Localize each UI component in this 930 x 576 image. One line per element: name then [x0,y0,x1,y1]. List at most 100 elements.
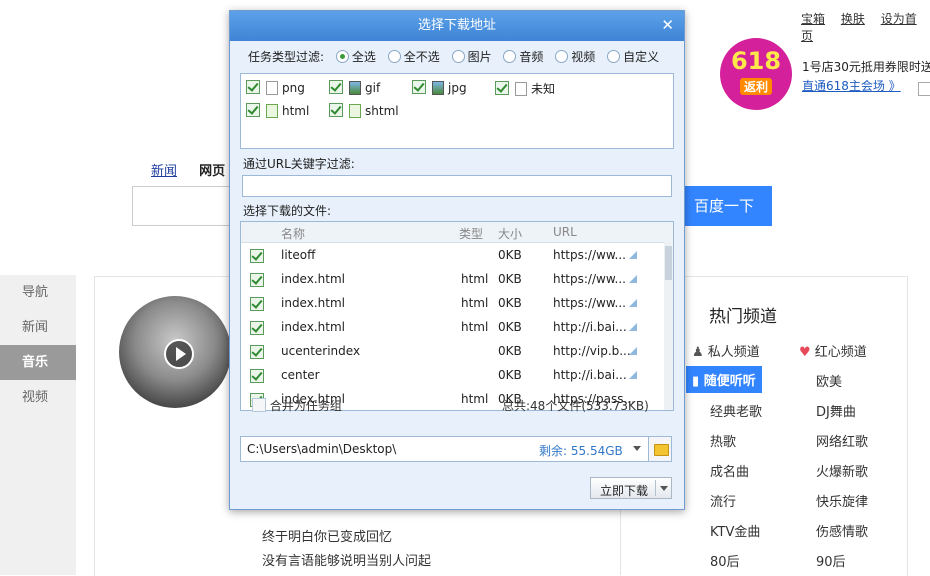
col-url[interactable]: URL [553,225,577,239]
channel-happy[interactable]: 快乐旋律 [816,491,868,510]
row-checkbox[interactable] [250,345,264,359]
sidebar-item-news[interactable]: 新闻 [0,310,76,345]
file-size: 0KB [498,368,522,382]
close-icon[interactable]: ✕ [661,16,674,34]
checkbox[interactable] [412,80,426,94]
sidebar-item-music[interactable]: 音乐 [0,345,76,380]
col-type[interactable]: 类型 [459,225,483,242]
type-item-jpg[interactable]: jpg [412,80,467,95]
radio-images[interactable] [451,50,465,63]
chevron-down-icon[interactable] [633,446,641,451]
table-row[interactable]: index.html html 0KB https://ww... [241,267,663,291]
checkbox[interactable] [246,80,260,94]
checkbox[interactable] [495,81,509,95]
ad-link[interactable]: 直通618主会场 》 [802,77,901,94]
channel-famous[interactable]: 成名曲 [710,461,749,480]
file-type-list: png gif jpg 未知 html shtml [240,73,674,149]
row-checkbox[interactable] [250,369,264,383]
row-checkbox[interactable] [250,273,264,287]
type-label: gif [365,81,381,95]
checkbox[interactable] [329,103,343,117]
table-row[interactable]: index.html html 0KB https://ww... [241,291,663,315]
nav-link-web[interactable]: 网页 [199,164,225,179]
merge-checkbox[interactable] [252,398,266,412]
channel-90s[interactable]: 90后 [816,551,846,570]
channel-western[interactable]: 欧美 [816,371,842,390]
resize-corner-icon [629,299,637,307]
file-size: 0KB [498,320,522,334]
chevron-down-icon[interactable] [660,486,668,491]
channel-web-hits[interactable]: 网络红歌 [816,431,868,450]
url-filter-input[interactable] [242,175,672,197]
channel-pop[interactable]: 流行 [710,491,736,510]
channel-ktv[interactable]: KTV金曲 [710,521,760,540]
checkbox[interactable] [246,103,260,117]
type-item-unknown[interactable]: 未知 [495,80,555,97]
ad-close-icon[interactable] [918,82,930,96]
ad-badge-sub: 返利 [739,78,772,95]
file-type: html [461,272,489,286]
channel-private[interactable]: ♟ 私人频道 [692,341,760,360]
type-label: 未知 [531,82,556,96]
file-type: html [461,392,489,406]
col-name[interactable]: 名称 [281,225,305,242]
radio-label: 全选 [351,50,376,64]
resize-corner-icon [629,371,637,379]
sidebar-item-video[interactable]: 视频 [0,380,76,415]
left-sidebar: 导航 新闻 音乐 视频 [0,275,76,575]
radio-label: 视频 [571,50,596,64]
type-label: jpg [448,81,467,95]
type-filter: 任务类型过滤: 全选 全不选 图片 音频 视频 自定义 [248,48,659,65]
ad-618-badge[interactable]: 618 返利 [720,38,792,110]
scrollbar-thumb[interactable] [665,246,672,280]
channel-random[interactable]: ▮ 随便听听 [686,366,762,393]
row-checkbox[interactable] [250,321,264,335]
row-checkbox[interactable] [250,249,264,263]
download-dialog: 选择下载地址 ✕ 任务类型过滤: 全选 全不选 图片 音频 视频 自定义 png… [229,10,685,510]
type-item-png[interactable]: png [246,80,305,95]
channel-heart[interactable]: ♥ 红心频道 [799,341,867,360]
file-type: html [461,320,489,334]
channel-hot[interactable]: 热歌 [710,431,736,450]
file-url: https://ww... [553,296,626,310]
radio-select-all[interactable] [335,50,349,63]
search-nav: 新闻 网页 [151,160,225,179]
play-icon[interactable] [164,339,194,369]
person-icon: ♟ [692,345,704,360]
type-item-shtml[interactable]: shtml [329,103,399,118]
table-row[interactable]: ucenterindex 0KB http://vip.b... [241,339,663,363]
col-size[interactable]: 大小 [498,225,522,242]
table-row[interactable]: index.html html 0KB http://i.bai... [241,315,663,339]
file-list-header: 名称 类型 大小 URL [241,222,673,243]
checkbox[interactable] [329,80,343,94]
table-row[interactable]: center 0KB http://i.bai... [241,363,663,387]
radio-audio[interactable] [503,50,517,63]
table-row[interactable]: liteoff 0KB https://ww... [241,243,663,267]
radio-video[interactable] [555,50,569,63]
download-now-button[interactable]: 立即下载 [590,477,672,499]
bars-icon: ▮ [692,374,700,389]
channel-new[interactable]: 火爆新歌 [816,461,868,480]
channel-sad[interactable]: 伤感情歌 [816,521,868,540]
treasure-box-link[interactable]: 宝箱 [801,12,825,26]
save-path-select[interactable]: C:\Users\admin\Desktop\ 剩余: 55.54GB [240,436,650,462]
radio-custom[interactable] [607,50,621,63]
nav-link-news[interactable]: 新闻 [151,164,177,179]
search-button[interactable]: 百度一下 [676,186,772,226]
channel-80s[interactable]: 80后 [710,551,740,570]
channel-classic[interactable]: 经典老歌 [710,401,762,420]
sidebar-item-nav[interactable]: 导航 [0,275,76,310]
browse-folder-button[interactable] [648,436,672,462]
type-item-gif[interactable]: gif [329,80,380,95]
row-checkbox[interactable] [250,297,264,311]
type-item-html[interactable]: html [246,103,309,118]
download-button-label: 立即下载 [600,484,649,498]
type-label: shtml [365,104,399,118]
channel-dj[interactable]: DJ舞曲 [816,401,856,420]
search-input[interactable] [132,186,233,226]
file-url: http://i.bai... [553,368,627,382]
merge-option[interactable]: 合并为任务组 [252,397,342,414]
radio-select-none[interactable] [387,50,401,63]
change-skin-link[interactable]: 换肤 [841,12,865,26]
file-list-scrollbar[interactable] [664,242,673,410]
